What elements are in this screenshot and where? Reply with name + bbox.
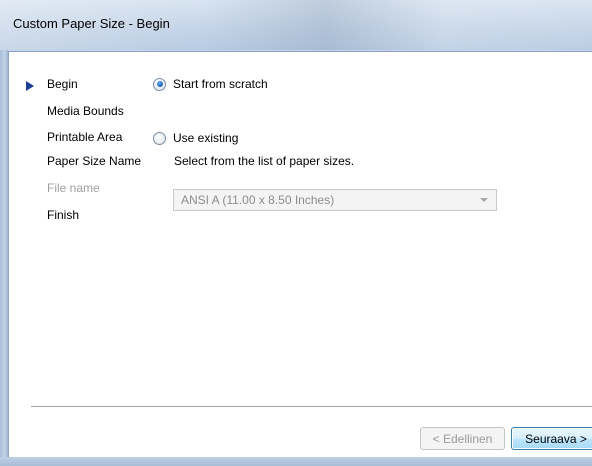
paper-size-select-value: ANSI A (11.00 x 8.50 Inches) bbox=[181, 193, 335, 207]
step-finish: Finish bbox=[47, 208, 80, 222]
title-bar[interactable]: Custom Paper Size - Begin bbox=[0, 0, 592, 50]
footer-divider bbox=[31, 406, 592, 408]
window-frame-bottom bbox=[0, 457, 592, 466]
previous-button[interactable]: < Edellinen bbox=[420, 427, 505, 450]
step-begin: Begin bbox=[47, 77, 78, 91]
wizard-content: Begin Media Bounds Printable Area Paper … bbox=[8, 51, 592, 458]
use-existing-radio[interactable] bbox=[153, 131, 166, 145]
step-media-bounds: Media Bounds bbox=[47, 104, 124, 118]
start-from-scratch-radio[interactable] bbox=[153, 77, 166, 91]
paper-size-select[interactable]: ANSI A (11.00 x 8.50 Inches) bbox=[173, 189, 497, 211]
wizard-window: Custom Paper Size - Begin Begin Media Bo… bbox=[0, 0, 592, 466]
start-from-scratch-option[interactable]: Start from scratch bbox=[153, 77, 268, 91]
start-from-scratch-label: Start from scratch bbox=[173, 77, 268, 91]
use-existing-label: Use existing bbox=[173, 131, 239, 145]
window-frame-left bbox=[0, 50, 8, 466]
window-title: Custom Paper Size - Begin bbox=[13, 16, 170, 31]
current-step-arrow-icon bbox=[26, 81, 34, 91]
step-file-name: File name bbox=[47, 181, 100, 195]
paper-size-hint: Select from the list of paper sizes. bbox=[174, 154, 355, 168]
use-existing-option[interactable]: Use existing bbox=[153, 131, 238, 145]
step-paper-size-name: Paper Size Name bbox=[47, 154, 142, 168]
chevron-down-icon bbox=[480, 198, 488, 202]
step-printable-area: Printable Area bbox=[47, 130, 123, 144]
next-button[interactable]: Seuraava > bbox=[511, 427, 592, 450]
